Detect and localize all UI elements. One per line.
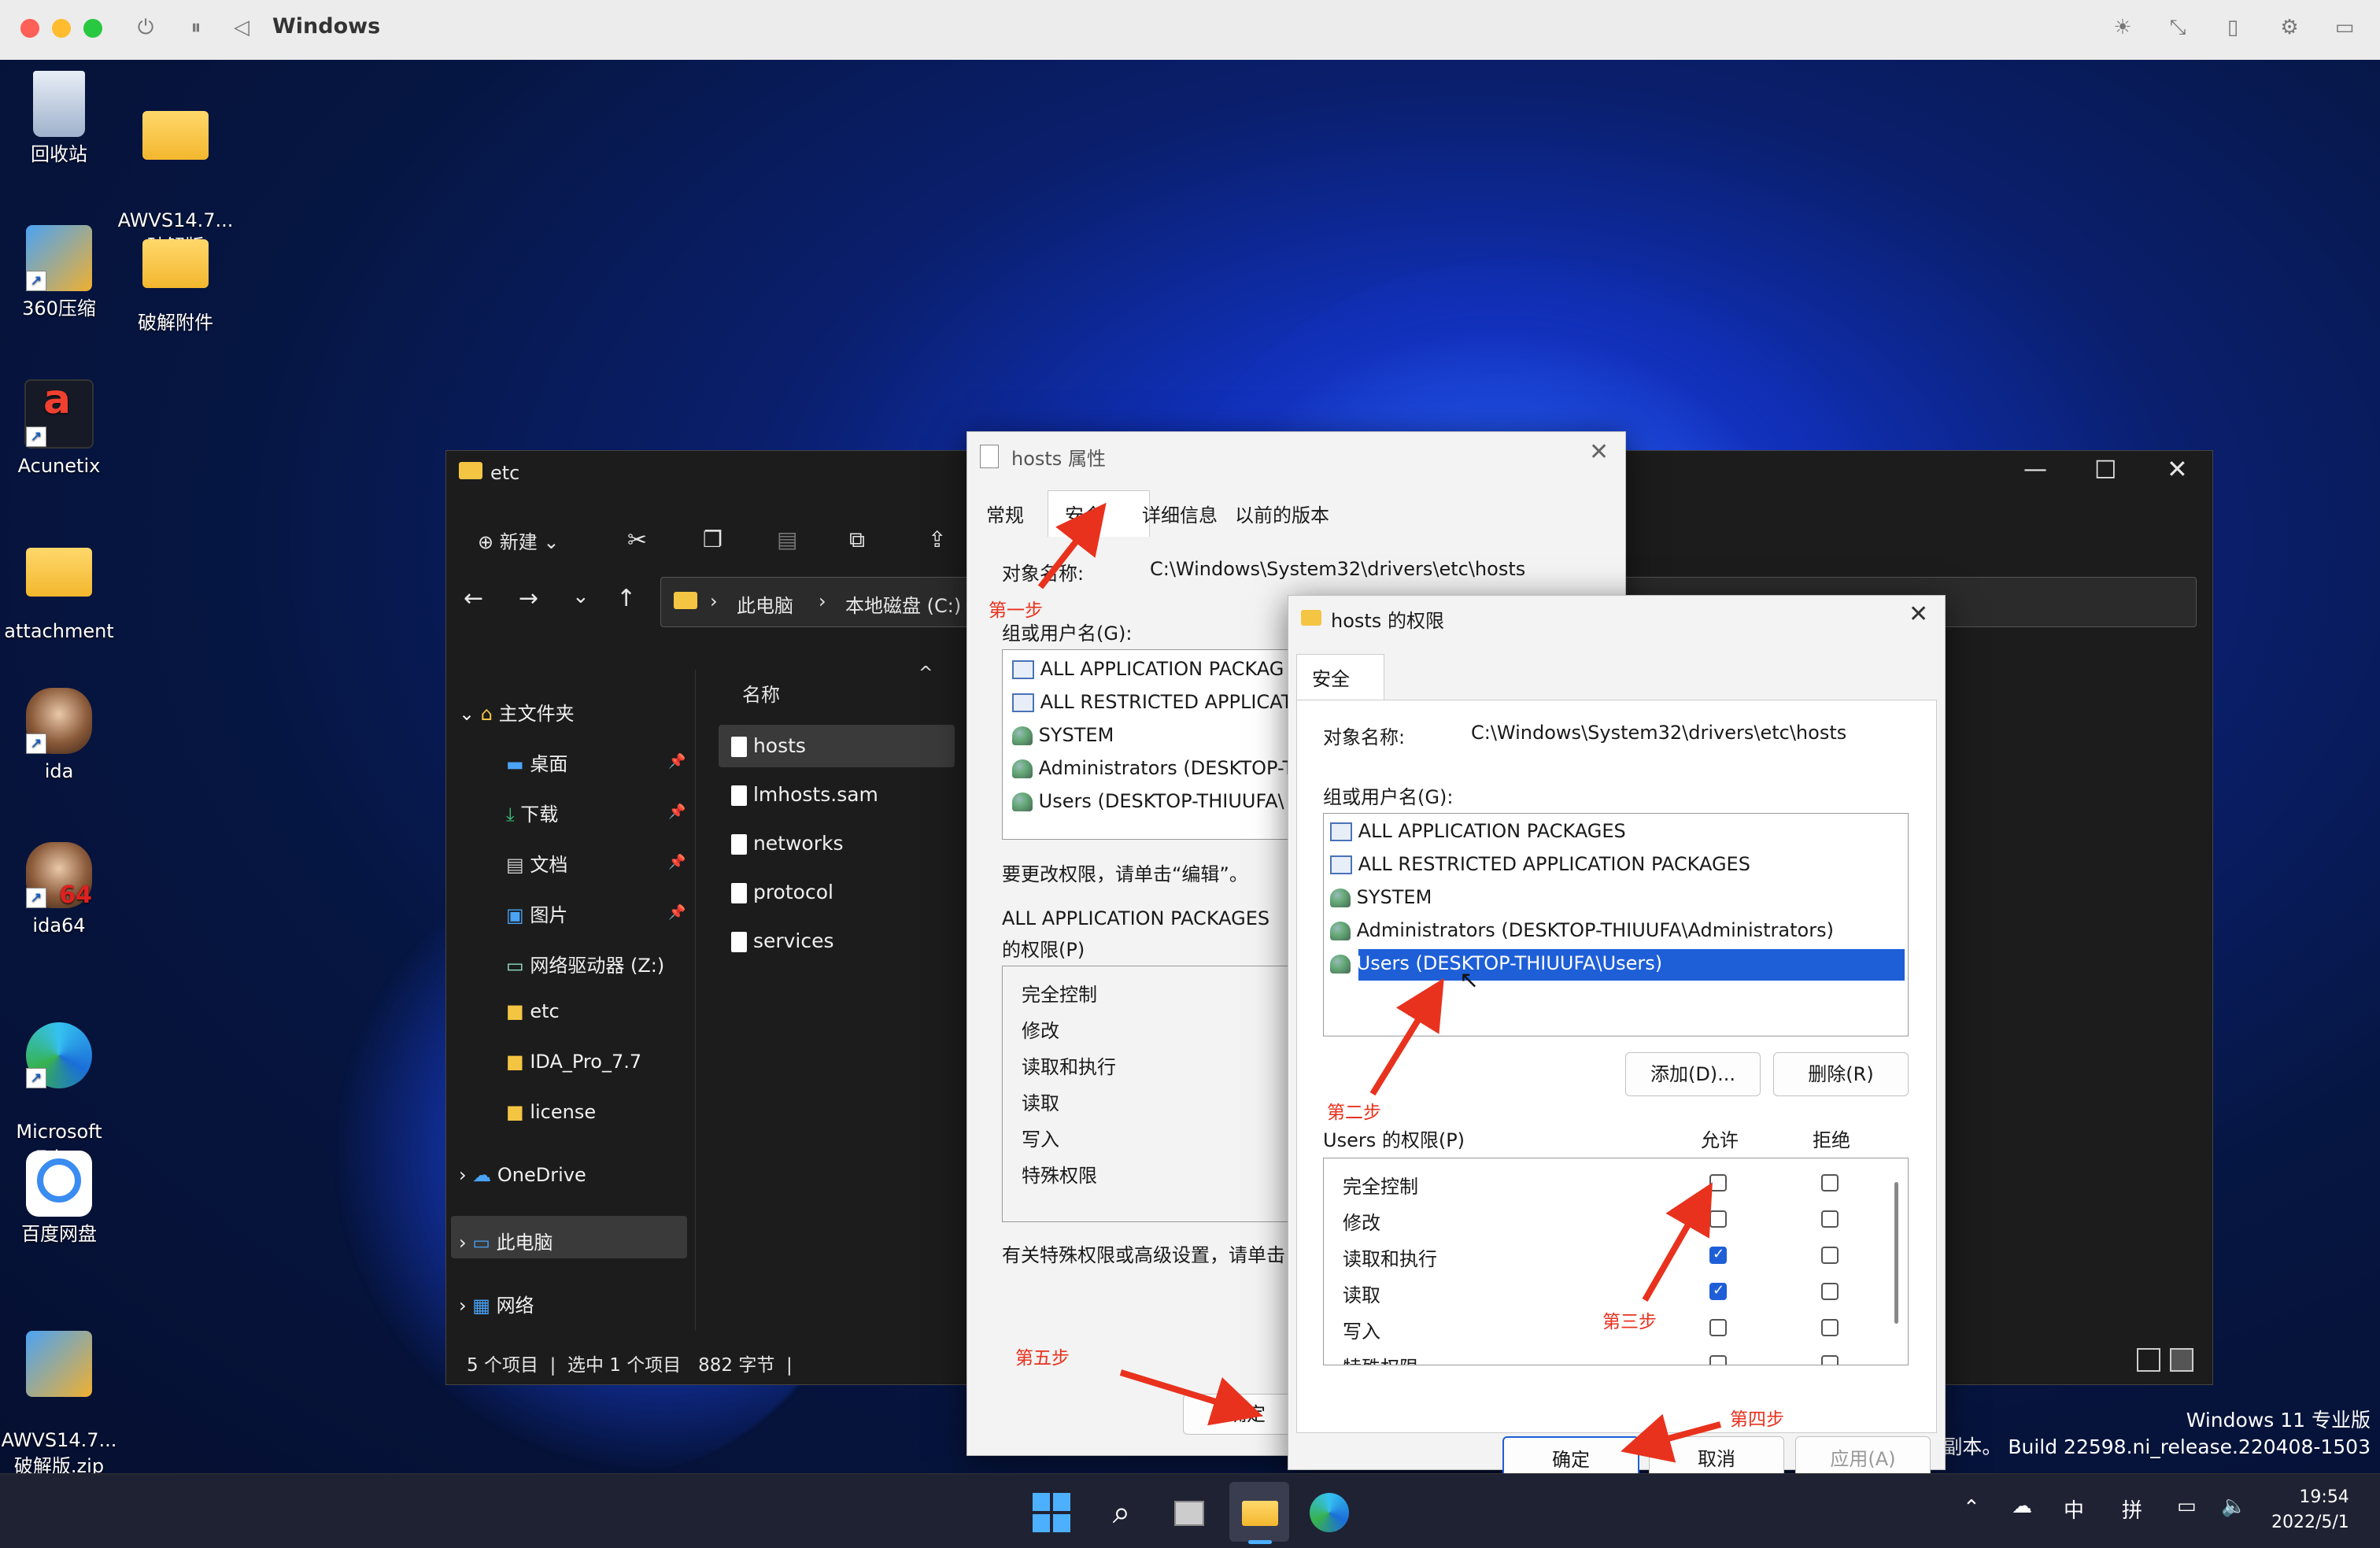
- taskbar: ⌕ ⌃ ☁ 中 拼 ▭ 🔈 19:54 2022/5/1: [0, 1473, 2380, 1548]
- clock-time: 19:54: [2299, 1487, 2349, 1507]
- arrow-step5: [1119, 1369, 1263, 1426]
- active-indicator: [1248, 1540, 1272, 1544]
- arrow-step2: [1369, 977, 1444, 1096]
- search-icon[interactable]: ⌕: [1102, 1493, 1141, 1532]
- ime-mode[interactable]: 中: [2064, 1494, 2084, 1524]
- arrow-step3: [1642, 1182, 1713, 1302]
- annotation-step3: 第三步: [1602, 1312, 1657, 1332]
- start-icon[interactable]: [1033, 1493, 1072, 1532]
- arrow-step4: [1621, 1413, 1722, 1463]
- annotation-step5: 第五步: [1015, 1348, 1070, 1369]
- edge-icon[interactable]: [1310, 1493, 1349, 1532]
- onedrive-cloud-icon[interactable]: ☁: [2012, 1494, 2032, 1518]
- task-view-icon[interactable]: [1171, 1493, 1210, 1532]
- annotation-layer: [1037, 502, 1722, 1463]
- clock[interactable]: 19:54 2022/5/1: [2271, 1485, 2349, 1535]
- annotation-step2: 第二步: [1327, 1103, 1381, 1123]
- clock-date: 2022/5/1: [2271, 1513, 2349, 1532]
- annotation-step4: 第四步: [1730, 1409, 1784, 1430]
- ime-pinyin[interactable]: 拼: [2122, 1494, 2142, 1524]
- network-icon[interactable]: ▭: [2177, 1494, 2197, 1518]
- annotation-step1: 第一步: [989, 600, 1043, 621]
- arrow-step1: [1037, 502, 1107, 589]
- file-explorer-icon[interactable]: [1240, 1493, 1280, 1532]
- chevron-up-icon[interactable]: ⌃: [1963, 1496, 1980, 1520]
- volume-icon[interactable]: 🔈: [2221, 1494, 2246, 1518]
